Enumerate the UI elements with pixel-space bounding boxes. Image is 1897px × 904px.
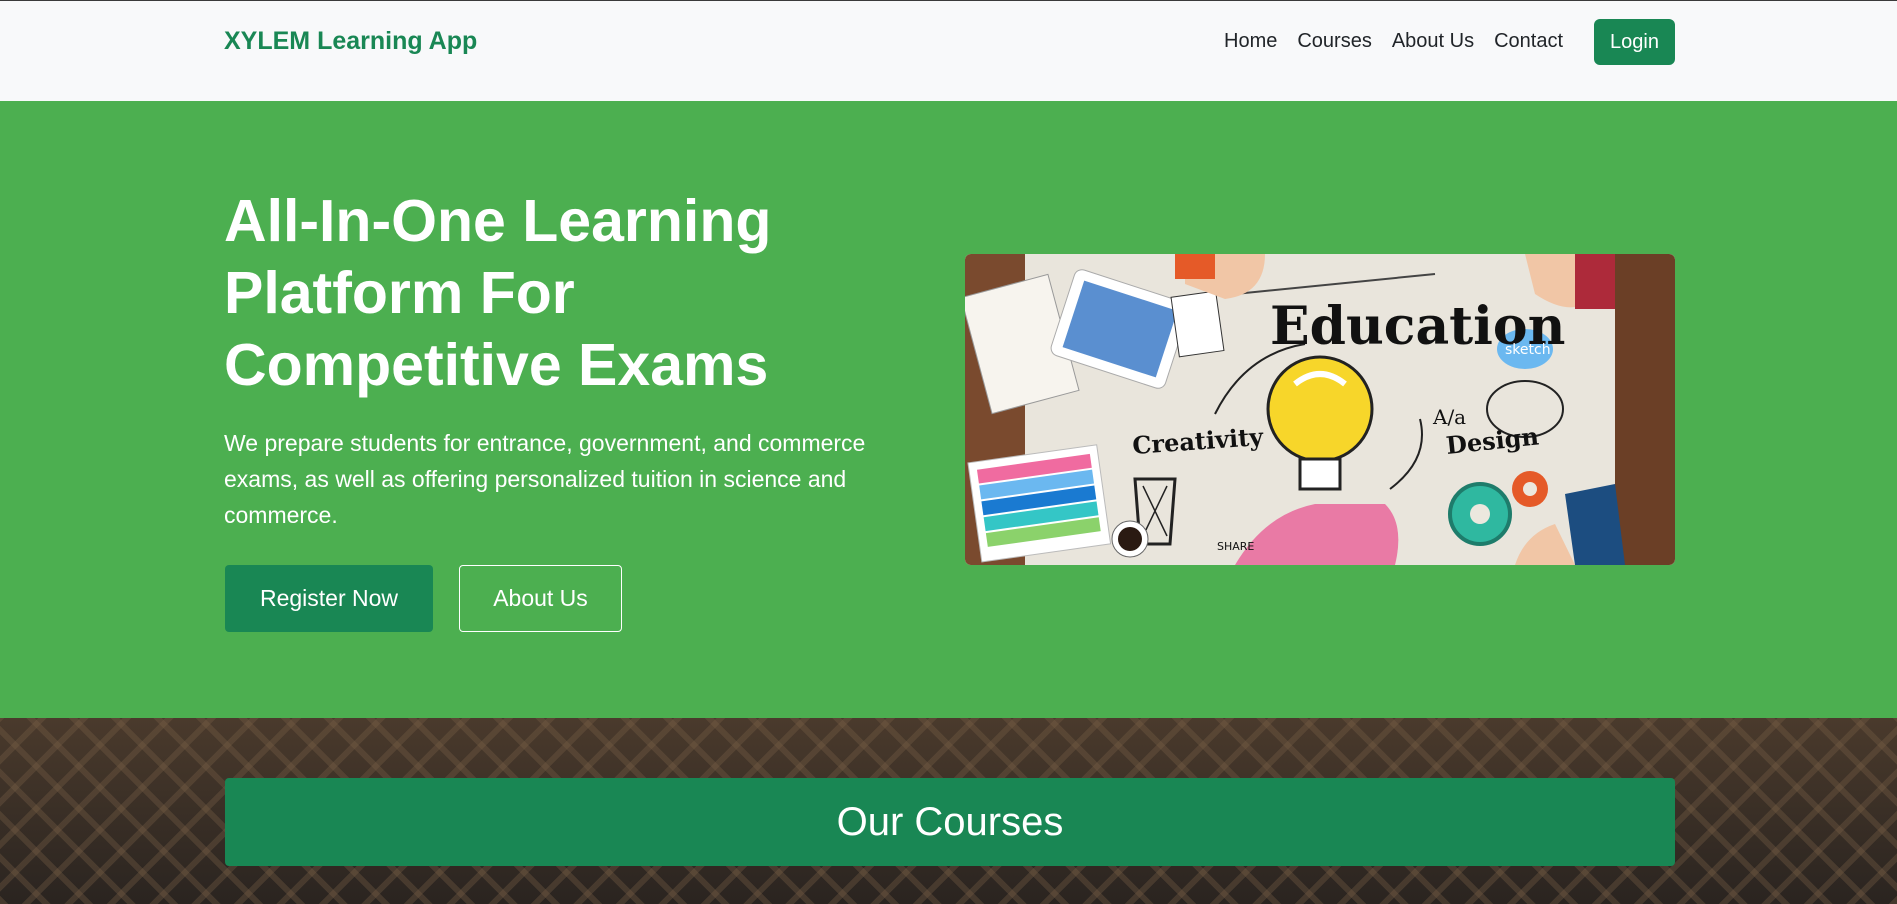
hero-title: All-In-One Learning Platform For Competi… — [224, 188, 772, 398]
nav-link-home[interactable]: Home — [1224, 29, 1277, 53]
nav-links: Home Courses About Us Contact — [1224, 29, 1563, 53]
about-us-button[interactable]: About Us — [459, 565, 622, 632]
hero-section: All-In-One Learning Platform For Competi… — [0, 101, 1897, 718]
image-label-font: A/a — [1432, 405, 1466, 429]
hero-description: We prepare students for entrance, govern… — [224, 430, 866, 528]
courses-header-bar: Our Courses — [225, 778, 1675, 866]
login-button[interactable]: Login — [1594, 19, 1675, 65]
nav-link-contact[interactable]: Contact — [1494, 29, 1563, 53]
image-label-sketch: sketch — [1505, 342, 1551, 358]
brand-logo[interactable]: XYLEM Learning App — [224, 27, 477, 56]
courses-heading: Our Courses — [836, 799, 1064, 844]
nav-link-courses[interactable]: Courses — [1297, 29, 1371, 53]
hero-image: Education Creativity Design sketch A/a S… — [965, 254, 1675, 565]
image-label-share: SHARE — [1217, 540, 1254, 553]
nav-link-about-us[interactable]: About Us — [1392, 29, 1474, 53]
courses-section: Our Courses — [0, 718, 1897, 904]
education-illustration: Education Creativity Design sketch A/a S… — [965, 254, 1675, 565]
navbar: XYLEM Learning App Home Courses About Us… — [0, 0, 1897, 101]
register-now-button[interactable]: Register Now — [225, 565, 433, 632]
